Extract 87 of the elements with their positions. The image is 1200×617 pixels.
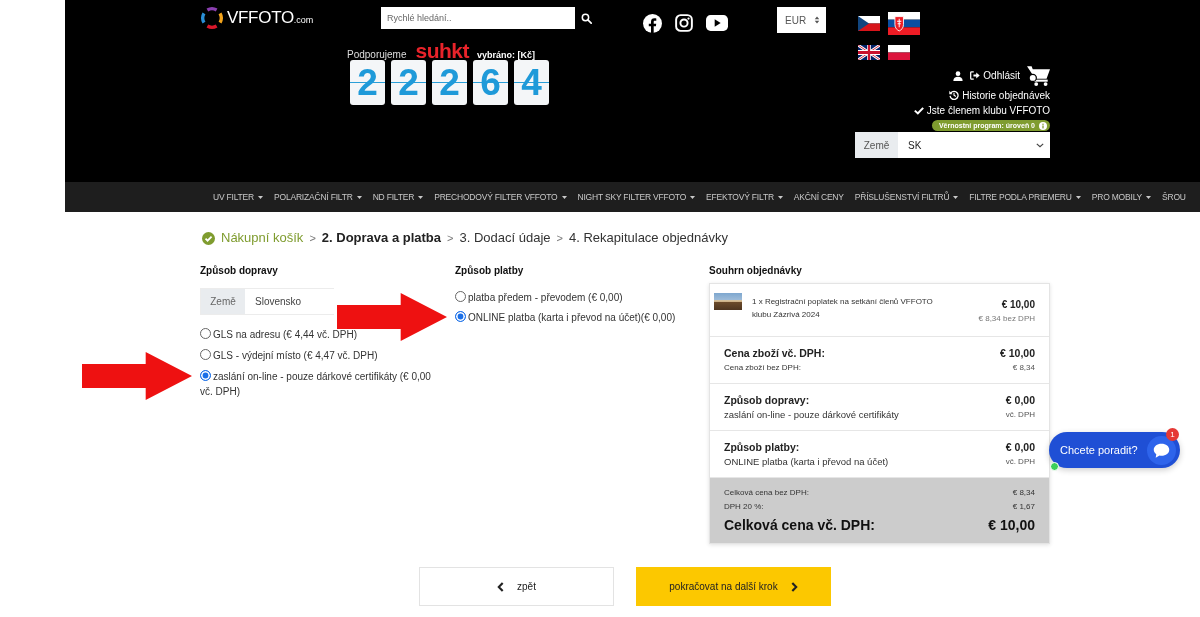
breadcrumb-step: 4. Rekapitulace objednávky xyxy=(569,230,728,246)
history-link[interactable]: Historie objednávek xyxy=(949,88,1050,102)
summary-value: € 10,00 xyxy=(999,346,1035,360)
chevron-right-icon xyxy=(790,581,798,592)
summary-subvalue: € 8,34 xyxy=(1012,362,1035,374)
summary-value: € 0,00 xyxy=(1005,440,1035,454)
radio-button[interactable] xyxy=(455,291,466,302)
summary-label: Způsob dopravy: xyxy=(724,393,810,407)
cart-icon[interactable] xyxy=(1027,65,1050,86)
summary-value: € 0,00 xyxy=(1005,393,1035,407)
nav-item[interactable]: FILTRE PODLA PRIEMERU xyxy=(969,192,1081,202)
item-price: € 10,00 xyxy=(1000,298,1035,312)
total-label: Celková cena vč. DPH: xyxy=(724,516,875,535)
facebook-icon[interactable] xyxy=(643,13,662,33)
total-value: € 8,34 xyxy=(1012,487,1035,499)
chevron-left-icon xyxy=(497,581,505,592)
search-field[interactable]: Rychlé hledání.. xyxy=(381,7,575,29)
summary-label: Způsob platby: xyxy=(724,440,800,454)
total-label: DPH 20 %: xyxy=(724,501,764,513)
nav-item[interactable]: ND FILTER xyxy=(372,192,424,202)
search-icon[interactable] xyxy=(581,12,592,24)
country-select[interactable]: SK xyxy=(898,132,1050,158)
notification-badge: 1 xyxy=(1166,428,1179,441)
summary-sublabel: Cena zboží bez DPH: xyxy=(724,362,801,374)
nav-item[interactable]: PRECHODOVÝ FILTER VFFOTO xyxy=(434,192,567,202)
sign-out-icon xyxy=(970,71,981,80)
summary-label: Cena zboží vč. DPH: xyxy=(724,346,825,360)
radio-button[interactable] xyxy=(200,328,211,339)
section-title: Souhrn objednávky xyxy=(709,265,803,277)
check-circle-icon xyxy=(202,231,215,245)
item-name: 1 x Registrační poplatek na setkání členů VFFOTO klubu Zázrivá 2024 xyxy=(752,296,934,321)
total-value: € 1,67 xyxy=(1012,501,1035,513)
radio-option[interactable]: ONLINE platba (karta i převod na účet)(€ 0,00) xyxy=(455,310,700,325)
radio-button[interactable] xyxy=(200,349,211,360)
breadcrumb-step: 3. Dodací údaje xyxy=(459,230,551,246)
check-icon xyxy=(913,105,924,115)
total-value: € 10,00 xyxy=(988,516,1035,535)
total-label: Celková cena bez DPH: xyxy=(724,487,809,499)
chevron-down-icon xyxy=(1036,142,1044,148)
item-net-price: € 8,34 bez DPH xyxy=(978,313,1035,325)
back-button[interactable]: zpět xyxy=(419,567,614,606)
radio-option[interactable]: zaslání on-line - pouze dárkové certifikáty (€ 0,00 vč. DPH) xyxy=(200,369,435,399)
british-flag-icon[interactable] xyxy=(858,45,880,60)
nav-item[interactable]: AKČNÍ CENY xyxy=(793,192,844,202)
breadcrumb-separator: > xyxy=(556,232,563,244)
radio-button[interactable] xyxy=(200,370,211,381)
logout-link[interactable]: Odhlásit xyxy=(970,70,1020,81)
logo-text[interactable]: VFFOTO.com xyxy=(227,8,314,28)
nav-item[interactable]: NIGHT SKY FILTER VFFOTO xyxy=(577,192,696,202)
radio-option[interactable]: GLS na adresu (€ 4,44 vč. DPH) xyxy=(200,327,435,342)
instagram-icon[interactable] xyxy=(675,14,693,32)
nav-item[interactable]: POLARIZAČNÍ FILTR xyxy=(274,192,362,202)
nav-item[interactable]: PRO MOBILY xyxy=(1091,192,1152,202)
breadcrumb-step: 2. Doprava a platba xyxy=(321,230,442,246)
user-icon[interactable] xyxy=(953,70,964,81)
summary-sublabel: zaslání on-line - pouze dárkové certifikáty xyxy=(724,408,899,422)
radio-option[interactable]: platba předem - převodem (€ 0,00) xyxy=(455,290,700,305)
nav-item[interactable]: EFEKTOVÝ FILTR xyxy=(706,192,783,202)
summary-sublabel: ONLINE platba (karta i převod na účet) xyxy=(724,455,889,469)
radio-option[interactable]: GLS - výdejní místo (€ 4,47 vč. DPH) xyxy=(200,348,435,363)
summary-subvalue: vč. DPH xyxy=(1005,456,1035,468)
youtube-icon[interactable] xyxy=(706,15,728,31)
summary-subvalue: vč. DPH xyxy=(1005,409,1035,421)
raised-label: vybráno: [Kč] xyxy=(477,50,535,60)
nav-item[interactable]: UV FILTER xyxy=(213,192,264,202)
breadcrumb-separator: > xyxy=(447,232,454,244)
field-label: Země xyxy=(855,132,898,158)
slovak-flag-icon[interactable] xyxy=(888,12,920,35)
polish-flag-icon[interactable] xyxy=(888,45,910,60)
nav-item[interactable]: PŘÍSLUŠENSTVÍ FILTRŮ xyxy=(854,192,959,202)
history-icon xyxy=(949,90,960,100)
nav-item[interactable]: ŠROU xyxy=(1162,192,1186,202)
chat-bubble-icon xyxy=(1147,435,1176,465)
membership-text: Jste členem klubu VFFOTO xyxy=(926,104,1050,116)
currency-select[interactable]: EUR xyxy=(777,7,826,33)
section-title: Způsob dopravy xyxy=(200,265,279,277)
breadcrumb-separator: > xyxy=(309,232,316,244)
radio-button[interactable] xyxy=(455,311,466,322)
partner-logo: suhkt xyxy=(415,42,469,60)
sort-caret-icon xyxy=(814,16,820,24)
photo-placeholder xyxy=(714,293,742,310)
czech-flag-icon[interactable] xyxy=(858,16,880,31)
fundraiser-text: Podporujeme xyxy=(347,49,407,60)
logo-icon[interactable] xyxy=(200,6,224,30)
info-icon[interactable] xyxy=(1039,121,1047,130)
section-title: Způsob platby xyxy=(455,265,525,277)
next-step-button[interactable]: pokračovat na další krok xyxy=(636,567,831,606)
